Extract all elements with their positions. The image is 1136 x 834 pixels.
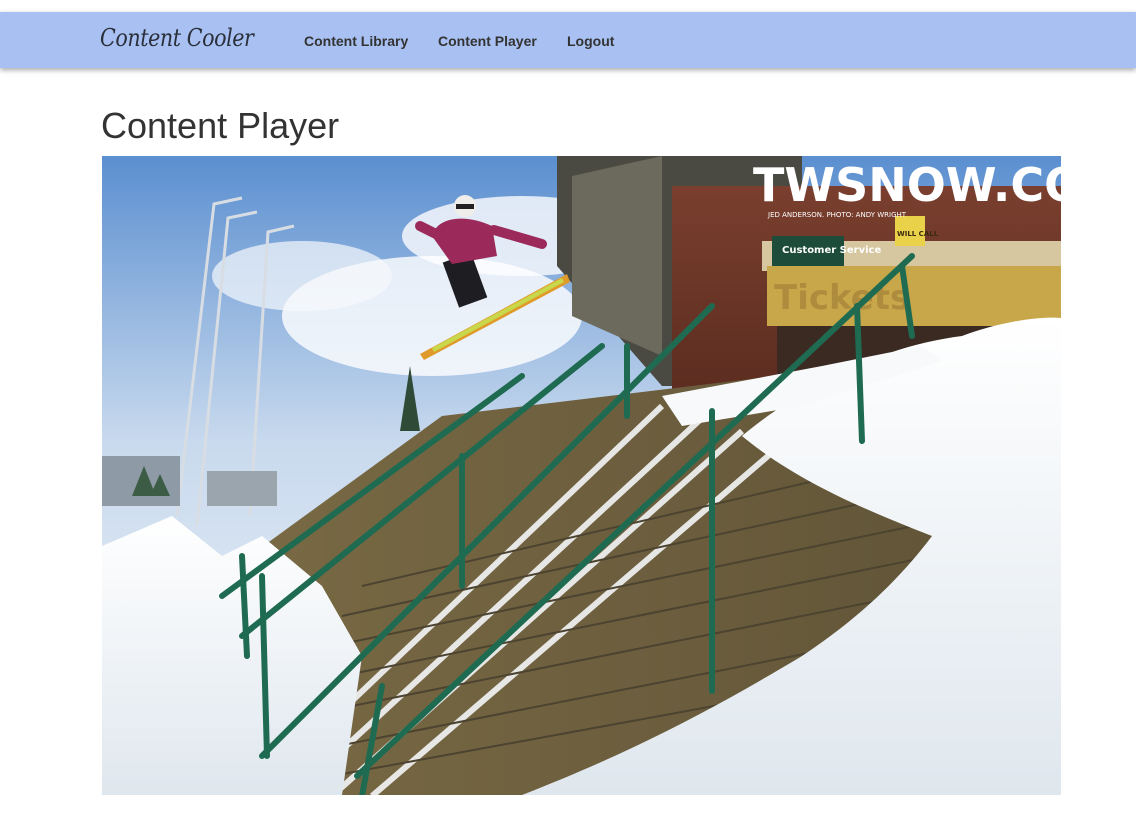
nav-content-player[interactable]: Content Player [438, 33, 537, 49]
photo-credit-text: JED ANDERSON. PHOTO: ANDY WRIGHT [767, 211, 907, 219]
nav-content-library[interactable]: Content Library [304, 33, 408, 49]
content-player[interactable]: TWSNOW.COM JED ANDERSON. PHOTO: ANDY WRI… [102, 156, 1061, 795]
customer-service-sign: Customer Service [782, 245, 881, 256]
will-call-sign: WILL CALL [897, 230, 939, 238]
watermark-text: TWSNOW.COM [753, 158, 1061, 212]
page-title: Content Player [101, 105, 340, 146]
tickets-sign: Tickets [774, 278, 910, 318]
brand-logo[interactable]: Content Cooler [100, 24, 254, 52]
content-image: TWSNOW.COM JED ANDERSON. PHOTO: ANDY WRI… [102, 156, 1061, 795]
nav-logout[interactable]: Logout [567, 33, 614, 49]
top-navbar: Content Cooler Content Library Content P… [0, 12, 1136, 68]
